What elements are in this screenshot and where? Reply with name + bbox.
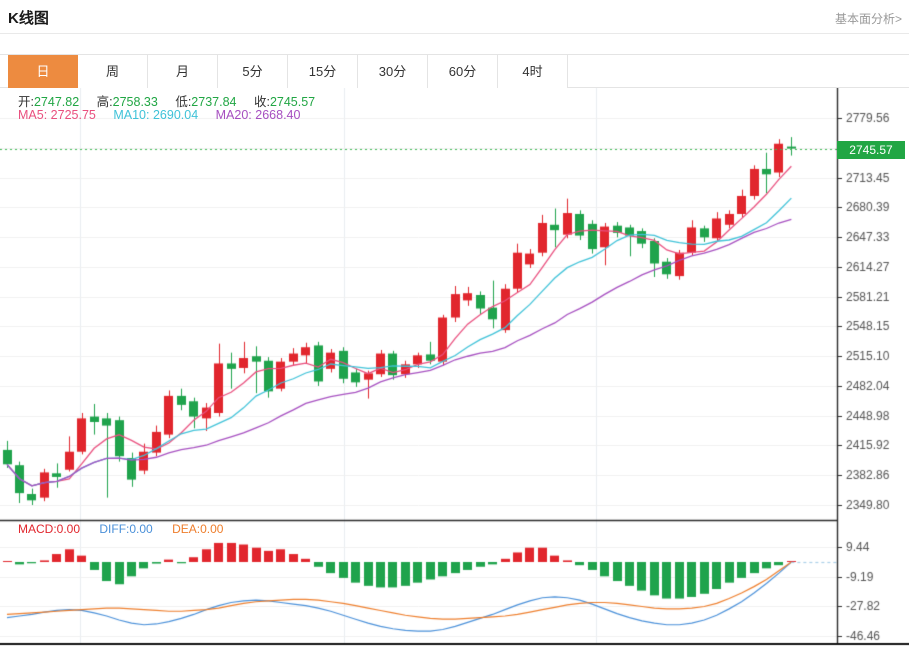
close-label: 收: (254, 95, 270, 109)
ma20-value: 2668.40 (255, 108, 300, 122)
macd-value: 0.00 (57, 522, 80, 536)
ma10-value: 2690.04 (153, 108, 198, 122)
fundamental-analysis-link[interactable]: 基本面分析> (835, 10, 902, 27)
low-label: 低: (175, 95, 191, 109)
ma5-value: 2725.75 (51, 108, 96, 122)
open-value: 2747.82 (34, 95, 79, 109)
ma10-label: MA10: (113, 108, 149, 122)
tab-month[interactable]: 月 (148, 55, 218, 88)
tab-15min[interactable]: 15分 (288, 55, 358, 88)
low-value: 2737.84 (191, 95, 236, 109)
high-label: 高: (97, 95, 113, 109)
high-value: 2758.33 (113, 95, 158, 109)
interval-tabs: 日 周 月 5分 15分 30分 60分 4时 (8, 55, 568, 88)
tab-day[interactable]: 日 (8, 55, 78, 88)
page-title: K线图 (8, 7, 49, 28)
tab-30min[interactable]: 30分 (358, 55, 428, 88)
macd-label: MACD: (18, 522, 57, 536)
page-header: K线图 基本面分析> (0, 0, 909, 34)
tab-5min[interactable]: 5分 (218, 55, 288, 88)
macd-readout: MACD:0.00 DIFF:0.00 DEA:0.00 (18, 522, 239, 536)
open-label: 开: (18, 95, 34, 109)
chart-canvas[interactable] (0, 88, 909, 650)
dea-label: DEA: (172, 522, 200, 536)
diff-label: DIFF: (99, 522, 129, 536)
ma20-label: MA20: (216, 108, 252, 122)
tab-week[interactable]: 周 (78, 55, 148, 88)
ma-readout: MA5: 2725.75 MA10: 2690.04 MA20: 2668.40 (18, 108, 314, 122)
tab-60min[interactable]: 60分 (428, 55, 498, 88)
dea-value: 0.00 (200, 522, 223, 536)
current-price-badge: 2745.57 (837, 141, 905, 159)
diff-value: 0.00 (129, 522, 152, 536)
ma5-label: MA5: (18, 108, 47, 122)
kline-chart-area (0, 88, 909, 650)
interval-tabbar: 日 周 月 5分 15分 30分 60分 4时 (0, 54, 909, 88)
close-value: 2745.57 (270, 95, 315, 109)
tab-4hour[interactable]: 4时 (498, 55, 568, 88)
